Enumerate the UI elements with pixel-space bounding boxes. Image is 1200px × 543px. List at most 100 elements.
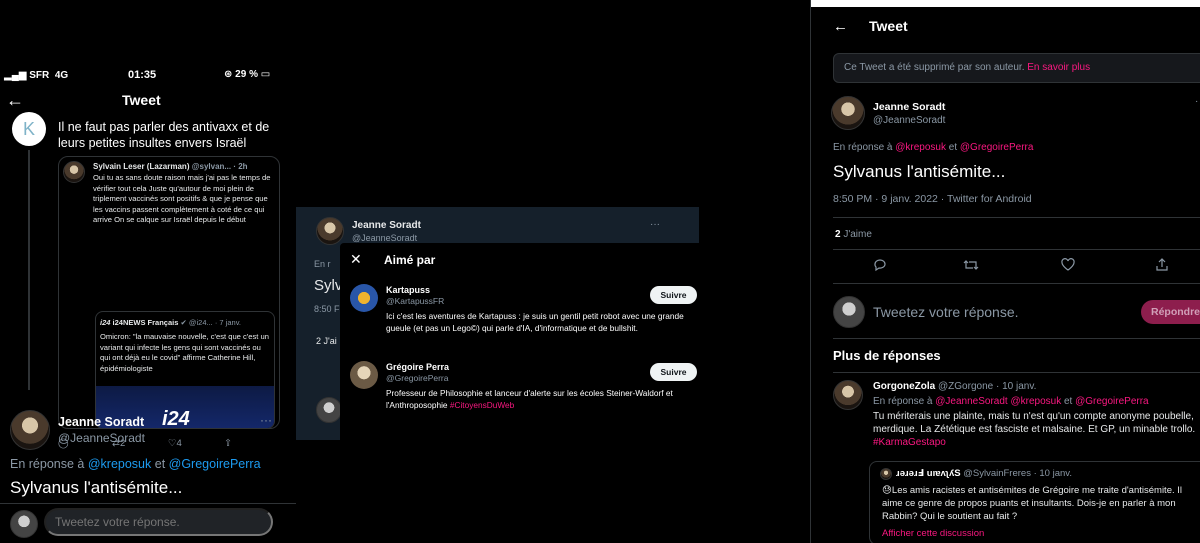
liked-by-modal: ✕ Aimé par Kartapuss @KartapussFR Ici c'…: [340, 243, 699, 440]
share-icon[interactable]: [1155, 258, 1169, 272]
reply-author[interactable]: GorgoneZola @ZGorgone · 10 janv.: [873, 381, 1036, 392]
window-top-strip: [811, 0, 1200, 7]
avatar[interactable]: [10, 410, 50, 450]
reply-input[interactable]: [44, 508, 273, 536]
likes-count[interactable]: 2 J'aime: [835, 229, 872, 240]
user-bio: Professeur de Philosophie et lanceur d'a…: [386, 388, 673, 410]
more-replies-heading: Plus de réponses: [833, 348, 941, 363]
show-thread-link[interactable]: Afficher cette discussion: [882, 528, 984, 539]
divider: [833, 217, 1200, 218]
tweet-author-handle: @JeanneSoradt: [58, 431, 145, 445]
mention-link[interactable]: @kreposuk: [88, 457, 151, 471]
more-icon[interactable]: ···: [650, 219, 660, 230]
tweet-actions: [833, 258, 1200, 278]
more-icon[interactable]: ···: [260, 413, 272, 427]
avatar: [316, 217, 344, 245]
divider: [833, 338, 1200, 339]
tweet-author-handle: @JeanneSoradt: [873, 115, 946, 126]
mention-link[interactable]: @GregoirePerra: [1075, 396, 1149, 407]
carrier-label: ▂▄▆ SFR 4G: [4, 70, 69, 81]
status-bar: ▂▄▆ SFR 4G 01:35 ⊛ 29 % ▭: [0, 64, 296, 86]
mention-link[interactable]: @kreposuk: [1010, 396, 1061, 407]
retweet-icon[interactable]: [963, 258, 979, 272]
tweet-meta: 8:50 PM · 9 janv. 2022 · Twitter for And…: [833, 193, 1032, 205]
mention-link[interactable]: @GregoirePerra: [169, 457, 261, 471]
mention-link[interactable]: @kreposuk: [895, 142, 946, 153]
avatar: [350, 284, 378, 312]
reply-icon[interactable]: [873, 258, 887, 272]
tweet-text: Il ne faut pas parler des antivaxx et de…: [58, 120, 270, 150]
learn-more-link[interactable]: En savoir plus: [1027, 62, 1090, 73]
page-title: Tweet: [122, 92, 161, 108]
user-name[interactable]: Kartapuss: [386, 285, 430, 295]
emoji-icon: 😓: [882, 485, 892, 496]
avatar[interactable]: [833, 380, 863, 410]
modal-title: Aimé par: [384, 253, 436, 267]
arrow-left-icon[interactable]: ←: [6, 91, 24, 109]
quoted-tweet-author: ɹǝɹǝɹℲ uıɐʌʅʎS @SylvainFreres · 10 janv.: [896, 468, 1072, 479]
mention-link[interactable]: @GregoirePerra: [960, 142, 1034, 153]
reply-to-line: En réponse à @kreposuk et @GregoirePerra: [10, 457, 261, 471]
nested-quote-text: Omicron: "la mauvaise nouvelle, c'est qu…: [100, 332, 269, 373]
share-icon[interactable]: ⇪: [224, 438, 232, 449]
tweet-meta: 8:50 F: [314, 304, 340, 314]
reply-input[interactable]: Tweetez votre réponse.: [873, 304, 1019, 320]
desktop-tweet-view: ← Tweet Ce Tweet a été supprimé par son …: [810, 0, 1200, 543]
nested-quote-author: i24 i24NEWS Français ✔ @i24... · 7 janv.: [100, 318, 241, 327]
avatar: [10, 510, 38, 538]
avatar: [833, 296, 865, 328]
reply-to-line: En réponse à @JeanneSoradt @kreposuk et …: [873, 396, 1149, 407]
divider: [833, 283, 1200, 284]
deleted-tweet-notice: Ce Tweet a été supprimé par son auteur. …: [833, 53, 1200, 83]
tweet-author-name[interactable]: Jeanne Soradt: [58, 415, 144, 429]
tweet-text: Sylvanus l'antisémite...: [833, 162, 1006, 181]
reply-to-line: En r: [314, 259, 331, 269]
page-title: Tweet: [869, 18, 908, 34]
avatar: [63, 161, 85, 183]
user-handle: @GregoirePerra: [386, 373, 449, 383]
avatar: [880, 468, 892, 480]
quoted-tweet-text: Oui tu as sans doute raison mais j'ai pa…: [93, 173, 271, 224]
divider: [833, 372, 1200, 373]
more-icon[interactable]: ·: [1195, 96, 1198, 107]
quoted-tweet-author: Sylvain Leser (Lazarman) @sylvan... · 2h: [93, 162, 248, 171]
user-name[interactable]: Grégoire Perra: [386, 362, 449, 372]
reply-to-line: En réponse à @kreposuk et @GregoirePerra: [833, 142, 1034, 153]
follow-button[interactable]: Suivre: [650, 286, 697, 304]
quoted-tweet[interactable]: Sylvain Leser (Lazarman) @sylvan... · 2h…: [58, 156, 280, 429]
likes-count: 2 J'ai: [316, 336, 337, 346]
nested-quoted-tweet[interactable]: i24 i24NEWS Français ✔ @i24... · 7 janv.…: [95, 311, 275, 428]
reply-button[interactable]: Répondre: [1141, 300, 1200, 324]
hashtag-link[interactable]: #KarmaGestapo: [873, 437, 946, 448]
tweet-author-name[interactable]: Jeanne Soradt: [873, 101, 945, 113]
quoted-tweet-text: 😓Les amis racistes et antisémites de Gré…: [882, 485, 1183, 522]
clock: 01:35: [128, 69, 157, 81]
quoted-tweet[interactable]: ɹǝɹǝɹℲ uıɐʌʅʎS @SylvainFreres · 10 janv.…: [869, 461, 1200, 543]
thread-connector: [28, 150, 30, 390]
avatar: [350, 361, 378, 389]
mention-link[interactable]: @JeanneSoradt: [935, 396, 1007, 407]
avatar[interactable]: K: [12, 112, 46, 146]
follow-button[interactable]: Suivre: [650, 363, 697, 381]
avatar: [316, 397, 342, 423]
divider: [833, 249, 1200, 250]
user-handle: @KartapussFR: [386, 296, 445, 306]
tweet-text: Sylv: [314, 277, 343, 294]
i24-logo-icon: i24: [100, 318, 111, 327]
like-icon[interactable]: [1061, 258, 1075, 272]
close-icon[interactable]: ✕: [350, 251, 362, 268]
user-bio: Ici c'est les aventures de Kartapuss : j…: [386, 311, 684, 333]
verified-badge-icon: ✔: [180, 318, 187, 327]
tweet-header: ← Tweet: [0, 88, 296, 114]
divider: [0, 503, 296, 504]
likes-panel: Jeanne Soradt @JeanneSoradt ··· En r Syl…: [296, 207, 699, 440]
phone-screenshot: ▂▄▆ SFR 4G 01:35 ⊛ 29 % ▭ ← Tweet K Il n…: [0, 64, 296, 543]
battery-indicator: ⊛ 29 % ▭: [224, 69, 271, 80]
arrow-left-icon[interactable]: ←: [833, 18, 848, 35]
tweet-text: Sylvanus l'antisémite...: [10, 478, 183, 497]
reply-text: Tu mériterais une plainte, mais tu n'est…: [873, 411, 1196, 448]
hashtag-link[interactable]: #CitoyensDuWeb: [450, 400, 514, 410]
avatar[interactable]: [831, 96, 865, 130]
tweet-author-name: Jeanne Soradt: [352, 220, 421, 231]
like-icon[interactable]: ♡ 4: [168, 438, 182, 449]
